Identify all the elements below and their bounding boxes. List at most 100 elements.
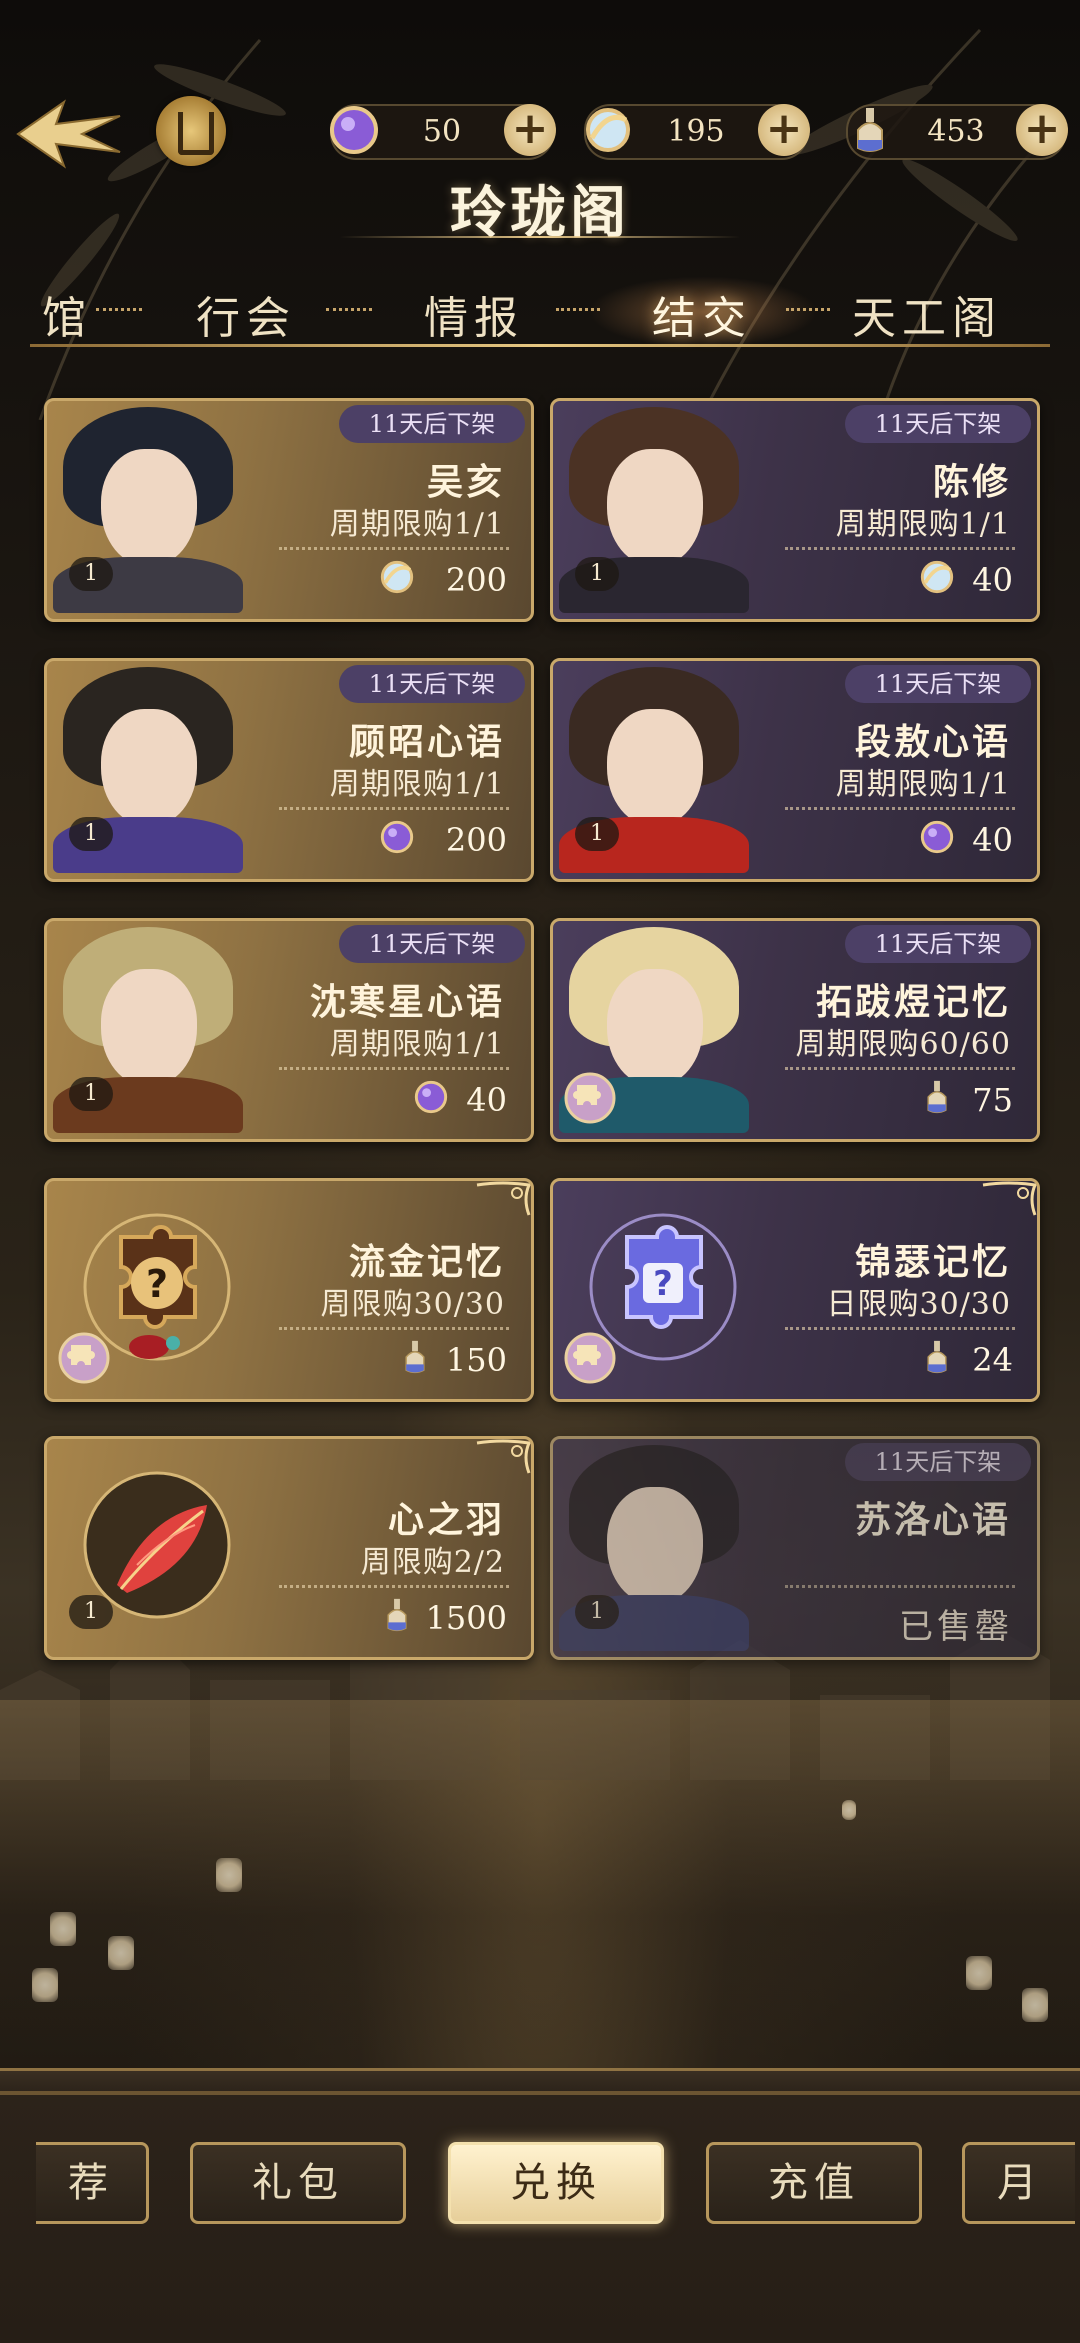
shop-item-card[interactable]: 1 11天后下架 段敖心语 周期限购1/1 40 [550,658,1040,882]
corner-ornament [476,1439,531,1474]
shop-item-card[interactable]: ? 流金记忆 周限购30/30 150 [44,1178,534,1402]
svg-text:?: ? [146,1262,168,1306]
svg-text:?: ? [653,1264,673,1304]
purchase-limit: 周限购30/30 [320,1287,505,1322]
puzzle-piece-icon [58,1332,110,1384]
nav-recommend[interactable]: 荐 [36,2142,149,2224]
tab-separator [96,308,142,315]
bottle-icon [927,1080,947,1114]
delist-timer: 11天后下架 [339,665,525,703]
item-name: 流金记忆 [348,1241,505,1283]
currency-value: 453 [927,114,985,149]
shop-item-card[interactable]: 1 11天后下架 吴亥 周期限购1/1 200 [44,398,534,622]
lantern [842,1800,856,1820]
item-price: 40 [466,1081,507,1119]
shop-item-card[interactable]: 1 11天后下架 顾昭心语 周期限购1/1 200 [44,658,534,882]
currency-purple-gem: 50 + [330,104,556,160]
currency-silver-orb: 195 + [584,104,810,160]
item-count-badge: 1 [69,1077,113,1111]
item-price: 200 [445,821,507,859]
water-reflection [0,1700,1080,2060]
bottle-icon [927,1340,947,1374]
item-name: 吴亥 [426,461,505,503]
pavilion-menu-icon[interactable] [156,96,226,166]
sold-out-label: 已售罄 [899,1607,1013,1647]
purchase-limit: 周期限购1/1 [835,507,1011,542]
add-bottle-button[interactable]: + [1016,104,1068,156]
item-count-badge: 1 [575,557,619,591]
item-price: 40 [972,561,1013,599]
purple-gem-icon [920,820,954,854]
card-divider [785,1327,1015,1330]
item-price: 40 [972,821,1013,859]
item-price: 200 [445,561,507,599]
item-name: 陈修 [932,461,1011,503]
delist-timer: 11天后下架 [339,925,525,963]
card-divider [279,1327,509,1330]
card-divider [279,547,509,550]
purchase-limit: 周期限购1/1 [329,767,505,802]
item-price: 24 [972,1341,1013,1379]
nav-exchange[interactable]: 兑换 [448,2142,664,2224]
item-name: 心之羽 [387,1499,505,1541]
item-count-badge: 1 [69,817,113,851]
shop-item-card[interactable]: 1 11天后下架 陈修 周期限购1/1 40 [550,398,1040,622]
lantern [216,1858,242,1892]
item-name: 沈寒星心语 [309,981,505,1023]
card-divider [279,1585,509,1588]
nav-recharge[interactable]: 充值 [706,2142,922,2224]
bottle-icon [405,1340,425,1374]
item-name: 拓跋煜记忆 [815,981,1011,1023]
item-name: 苏洛心语 [854,1499,1011,1541]
silver-orb-icon [380,560,414,594]
tab-guan[interactable]: 馆 [42,282,92,346]
purchase-limit: 周期限购1/1 [329,1027,505,1062]
currency-value: 50 [422,114,462,149]
corner-ornament [982,1181,1037,1216]
nav-monthly[interactable]: 月 [962,2142,1075,2224]
purchase-limit: 周期限购1/1 [329,507,505,542]
lantern [108,1936,134,1970]
tab-separator [786,308,830,315]
lantern [32,1968,58,2002]
delist-timer: 11天后下架 [845,665,1031,703]
lantern [966,1956,992,1990]
tab-guild[interactable]: 行会 [196,282,296,346]
currency-bottle: 453 + [846,104,1068,160]
tab-intel[interactable]: 情报 [424,282,524,346]
delist-timer: 11天后下架 [339,405,525,443]
purchase-limit: 周期限购60/60 [795,1027,1011,1062]
bottle-icon [857,108,883,152]
card-divider [279,1067,509,1070]
add-silver-orb-button[interactable]: + [758,104,810,156]
tab-separator [326,308,372,315]
item-name: 顾昭心语 [348,721,505,763]
card-divider [785,547,1015,550]
item-count-badge: 1 [69,557,113,591]
shop-item-card-sold-out[interactable]: 1 11天后下架 苏洛心语 已售罄 [550,1436,1040,1660]
nav-gift-pack[interactable]: 礼包 [190,2142,406,2224]
silver-orb-icon [920,560,954,594]
shop-item-card[interactable]: 1 11天后下架 沈寒星心语 周期限购1/1 40 [44,918,534,1142]
lantern [1022,1988,1048,2022]
purple-gem-icon [380,820,414,854]
shop-item-card[interactable]: ? 锦瑟记忆 日限购30/30 24 [550,1178,1040,1402]
add-purple-gem-button[interactable]: + [504,104,556,156]
item-price: 1500 [425,1599,507,1637]
tab-separator [556,308,600,315]
puzzle-piece-icon [564,1332,616,1384]
tabs-underline [30,344,1050,347]
purchase-limit: 日限购30/30 [826,1287,1011,1322]
item-count-badge: 1 [69,1595,113,1629]
item-price: 150 [445,1341,507,1379]
puzzle-piece-icon [564,1072,616,1124]
tab-jiejiao[interactable]: 结交 [652,282,752,346]
shop-item-card[interactable]: 11天后下架 拓跋煜记忆 周期限购60/60 75 [550,918,1040,1142]
back-arrow-icon[interactable] [12,94,124,170]
shop-item-card[interactable]: 1 心之羽 周限购2/2 1500 [44,1436,534,1660]
tab-tiangongge[interactable]: 天工阁 [852,282,1002,346]
card-divider [785,1585,1015,1588]
delist-timer: 11天后下架 [845,1443,1031,1481]
silver-orb-icon [586,108,630,152]
currency-value: 195 [667,114,725,149]
